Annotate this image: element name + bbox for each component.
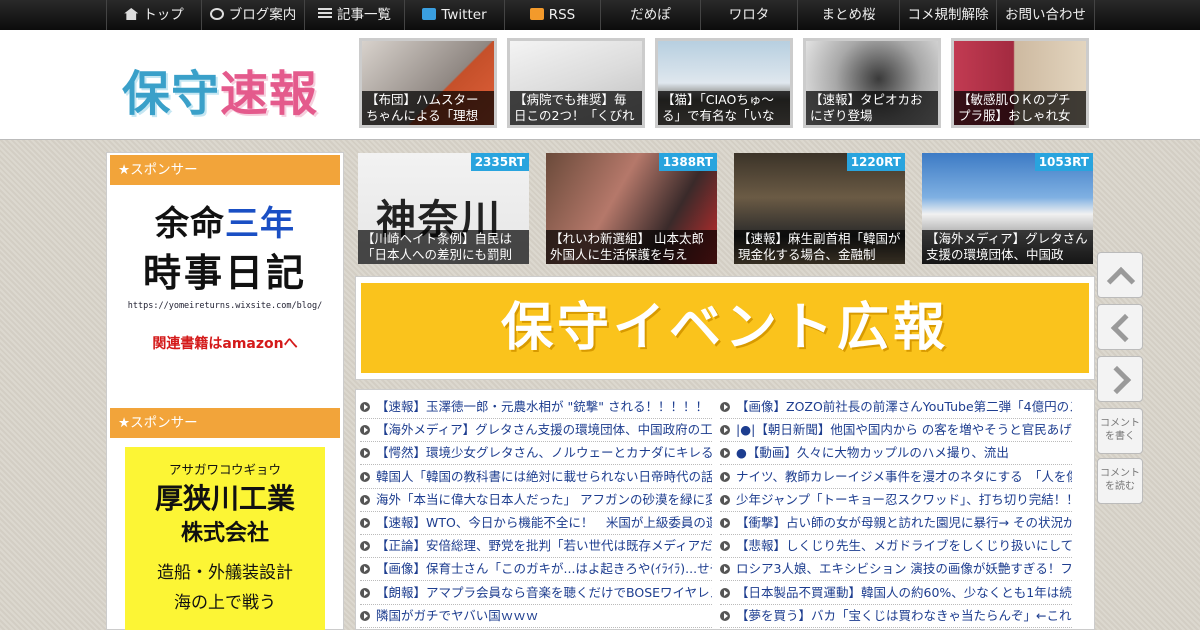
headline-item[interactable]: 【日本製品不買運動】韓国人の約60%、少なくとも1年は続ける bbox=[720, 582, 1072, 605]
play-bullet-icon bbox=[720, 541, 730, 552]
nav-blog-info[interactable]: ブログ案内 bbox=[201, 0, 304, 30]
prev-button[interactable] bbox=[1097, 304, 1143, 350]
sponsor-ad-asagawa[interactable]: アサガワコウギョウ 厚狭川工業 株式会社 造船・外艤装設計 海の上で戦う bbox=[125, 447, 325, 630]
play-bullet-icon bbox=[360, 448, 370, 459]
rss-icon bbox=[529, 8, 544, 20]
nav-matome[interactable]: まとめ桜 bbox=[797, 0, 899, 30]
header-thumb-3[interactable]: 【猫】「CIAOちゅ〜る」で有名な「いな bbox=[655, 38, 793, 128]
info-icon bbox=[209, 8, 224, 20]
header-thumb-1[interactable]: 【布団】ハムスターちゃんによる「理想 bbox=[359, 38, 497, 128]
headline-item[interactable]: ロシア3人娘、エキシビション 演技の画像が妖艶すぎる！フィ bbox=[720, 558, 1072, 582]
nav-article-list[interactable]: 記事一覧 bbox=[304, 0, 404, 30]
header-thumb-2[interactable]: 【病院でも推奨】毎日この2つ！「くびれ bbox=[507, 38, 645, 128]
read-comment-button[interactable]: コメントを読む bbox=[1097, 458, 1143, 504]
headline-item[interactable]: 【速報】玉澤徳一郎・元農水相が "銃撃" される！！！！！ bbox=[360, 396, 712, 419]
nav-top[interactable]: トップ bbox=[106, 0, 201, 30]
nav-rss[interactable]: RSS bbox=[504, 0, 600, 30]
play-bullet-icon bbox=[360, 402, 370, 412]
headline-item[interactable]: 隣国がガチでヤバい国ｗｗｗ bbox=[360, 605, 712, 628]
play-bullet-icon bbox=[720, 518, 730, 528]
play-bullet-icon bbox=[720, 587, 730, 598]
nav-warota[interactable]: ワロタ bbox=[700, 0, 797, 30]
event-banner-box: 保守イベント広報 bbox=[355, 276, 1095, 380]
twitter-icon bbox=[422, 8, 437, 20]
rt-thumb-4[interactable]: 1053RT 【海外メディア】グレタさん支援の環境団体、中国政 bbox=[922, 153, 1093, 264]
headline-item[interactable]: 【海外メディア】グレタさん支援の環境団体、中国政府の工作 bbox=[360, 419, 712, 443]
headline-item[interactable]: 【愕然】環境少女グレタさん、ノルウェーとカナダにキレるｗ bbox=[360, 442, 712, 466]
headline-item[interactable]: 【朗報】アマプラ会員なら音楽を聴くだけでBOSEワイヤレス bbox=[360, 582, 712, 605]
play-bullet-icon bbox=[720, 402, 730, 412]
play-bullet-icon bbox=[720, 425, 730, 436]
site-logo[interactable]: 保守速報 bbox=[122, 54, 318, 124]
home-icon bbox=[124, 8, 139, 20]
headline-item[interactable]: 【画像】保育士さん「このガキが...はよ起きろや(ｲﾗｲﾗ)...せや！ bbox=[360, 558, 712, 582]
chevron-up-icon bbox=[1106, 266, 1136, 296]
nav-damepo[interactable]: だめぽ bbox=[600, 0, 700, 30]
headline-item[interactable]: 少年ジャンプ「トーキョー忍スクワッド」、打ち切り完結！！ bbox=[720, 489, 1072, 512]
headline-item[interactable]: 【速報】WTO、今日から機能不全に！ 米国が上級委員の選任 bbox=[360, 512, 712, 535]
play-bullet-icon bbox=[720, 564, 730, 575]
play-bullet-icon bbox=[360, 541, 370, 552]
play-bullet-icon bbox=[360, 610, 370, 621]
sponsor-header: ★スポンサー bbox=[110, 155, 340, 185]
rt-thumb-3[interactable]: 1220RT 【速報】麻生副首相「韓国が現金化する場合、金融制 bbox=[734, 153, 905, 264]
play-bullet-icon bbox=[720, 610, 730, 621]
headline-item[interactable]: 【夢を買う】バカ「宝くじは買わなきゃ当たらんぞ」←これ bbox=[720, 605, 1072, 628]
play-bullet-icon bbox=[720, 448, 730, 459]
play-bullet-icon bbox=[360, 518, 370, 528]
header-thumb-5[interactable]: 【敏感肌ＯＫのプチプラ服】おしゃれ女 bbox=[951, 38, 1089, 128]
play-bullet-icon bbox=[720, 494, 730, 505]
play-bullet-icon bbox=[360, 425, 370, 436]
headline-item[interactable]: 【画像】ZOZO前社長の前澤さんYouTube第二弾「4億円のスー bbox=[720, 396, 1072, 419]
play-bullet-icon bbox=[360, 564, 370, 575]
write-comment-button[interactable]: コメントを書く bbox=[1097, 408, 1143, 454]
next-button[interactable] bbox=[1097, 356, 1143, 402]
headline-item[interactable]: 韓国人「韓国の教科書には絶対に載せられない日帝時代の話」 bbox=[360, 466, 712, 489]
sponsor-header: ★スポンサー bbox=[110, 408, 340, 438]
headline-item[interactable]: 【正論】安倍総理、野党を批判「若い世代は既存メディアだけ bbox=[360, 535, 712, 559]
nav-contact[interactable]: お問い合わせ bbox=[996, 0, 1095, 30]
header-thumb-4[interactable]: 【速報】タピオカおにぎり登場 bbox=[803, 38, 941, 128]
nav-comment-unlock[interactable]: コメ規制解除 bbox=[899, 0, 996, 30]
chevron-left-icon bbox=[1110, 313, 1140, 343]
play-bullet-icon bbox=[360, 494, 370, 505]
sidebar: ★スポンサー 余命三年 時事日記 https://yomeireturns.wi… bbox=[106, 152, 344, 630]
play-bullet-icon bbox=[720, 471, 730, 482]
rt-thumb-1[interactable]: 神奈川 2335RT 【川崎ヘイト条例】自民は「日本人への差別にも罰則 bbox=[358, 153, 529, 264]
sponsor-ad-yomei[interactable]: 余命三年 時事日記 https://yomeireturns.wixsite.c… bbox=[125, 201, 325, 381]
scroll-top-button[interactable] bbox=[1097, 252, 1143, 298]
headline-item[interactable]: |●|【朝日新聞】他国や国内から の客を増やそうと官民あげて対 bbox=[720, 419, 1072, 443]
chevron-right-icon bbox=[1102, 365, 1132, 395]
headline-item[interactable]: 【衝撃】占い師の女が母親と訪れた園児に暴行→ その状況がヤ bbox=[720, 512, 1072, 535]
headline-item[interactable]: 【悲報】しくじり先生、メガドライブをしくじり扱いにしてし bbox=[720, 535, 1072, 559]
headline-item[interactable]: ●【動画】久々に大物カップルのハメ撮り、流出 bbox=[720, 442, 1072, 466]
rt-thumb-2[interactable]: 1388RT 【れいわ新選組】 山本太郎 外国人に生活保護を与え bbox=[546, 153, 717, 264]
list-icon bbox=[318, 8, 332, 20]
play-bullet-icon bbox=[360, 471, 370, 482]
headline-list: 【速報】玉澤徳一郎・元農水相が "銃撃" される！！！！！ 【海外メディア】グレタ… bbox=[355, 389, 1095, 630]
play-bullet-icon bbox=[360, 587, 370, 598]
headline-item[interactable]: 海外「本当に偉大な日本人だった」 アフガンの砂漠を緑に変え bbox=[360, 489, 712, 512]
top-nav: トップ ブログ案内 記事一覧 Twitter RSS だめぽ ワロタ まとめ桜 … bbox=[0, 0, 1200, 30]
nav-twitter[interactable]: Twitter bbox=[404, 0, 504, 30]
event-banner[interactable]: 保守イベント広報 bbox=[361, 283, 1089, 373]
headline-item[interactable]: ナイツ、教師カレーイジメ事件を漫才のネタにする 「人を傷 bbox=[720, 466, 1072, 489]
